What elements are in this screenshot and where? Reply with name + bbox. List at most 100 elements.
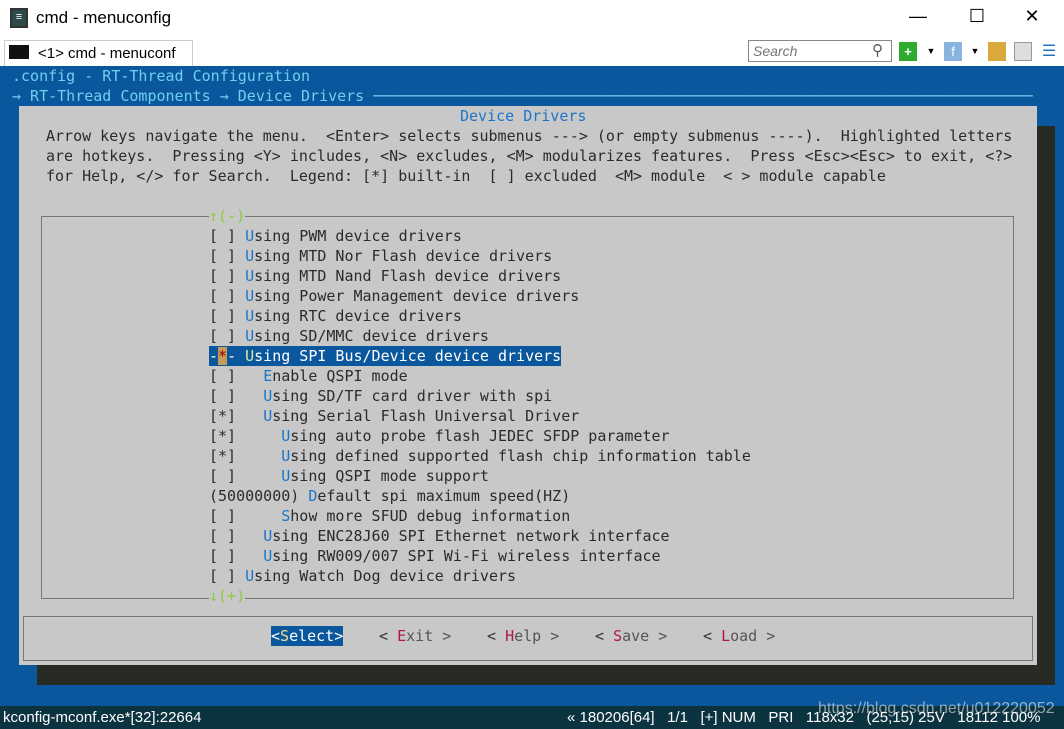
help-line: Arrow keys navigate the menu. <Enter> se…: [46, 127, 1013, 145]
search-input[interactable]: [748, 40, 892, 62]
menu-item[interactable]: [ ] Using RW009/007 SPI Wi-Fi wireless i…: [209, 546, 661, 566]
button-text: xit >: [406, 627, 452, 645]
menu-item[interactable]: [ ] Using SD/TF card driver with spi: [209, 386, 552, 406]
item-prefix: [ ]: [209, 567, 246, 585]
search-icon[interactable]: ⚲: [872, 41, 883, 59]
item-label: sing ENC28J60 SPI Ethernet network inter…: [272, 527, 670, 545]
item-prefix: [ ]: [209, 287, 246, 305]
menu-item[interactable]: [ ] Enable QSPI mode: [209, 366, 408, 386]
menu-dialog: Device Drivers Arrow keys navigate the m…: [19, 106, 1037, 665]
item-hotkey: U: [281, 467, 291, 485]
app-icon: ≡: [10, 8, 28, 28]
item-hotkey: U: [281, 447, 291, 465]
button-text: oad >: [730, 627, 776, 645]
button-text: elp >: [514, 627, 560, 645]
dropdown-icon[interactable]: ▼: [966, 42, 984, 61]
item-prefix: [ ]: [209, 387, 264, 405]
item-label: efault spi maximum speed(HZ): [317, 487, 571, 505]
item-prefix: [*]: [209, 407, 264, 425]
breadcrumb: → RT-Thread Components → Device Drivers …: [12, 87, 1033, 105]
config-title: .config - RT-Thread Configuration: [12, 67, 311, 85]
item-hotkey: U: [245, 567, 255, 585]
menu-item[interactable]: [ ] Using MTD Nand Flash device drivers: [209, 266, 561, 286]
item-label: sing SD/MMC device drivers: [254, 327, 489, 345]
button-hotkey: H: [505, 627, 515, 645]
terminal[interactable]: .config - RT-Thread Configuration → RT-T…: [0, 66, 1064, 706]
menu-item[interactable]: [ ] Using Watch Dog device drivers: [209, 566, 516, 586]
item-label: sing QSPI mode support: [290, 467, 489, 485]
button-select[interactable]: <Select>: [271, 626, 344, 646]
menu-item[interactable]: [ ] Using RTC device drivers: [209, 306, 462, 326]
button-exit[interactable]: < Exit >: [379, 626, 451, 646]
item-hotkey: U: [245, 347, 255, 365]
menu-icon[interactable]: ☰: [1040, 42, 1058, 61]
item-prefix: [ ]: [209, 507, 282, 525]
console-tab[interactable]: <1> cmd - menuconf: [4, 40, 193, 66]
menu-item[interactable]: [*] Using Serial Flash Universal Driver: [209, 406, 579, 426]
new-console-icon[interactable]: +: [899, 42, 917, 61]
maximize-button[interactable]: ☐: [957, 6, 997, 27]
item-prefix: [ ]: [209, 467, 282, 485]
menu-item[interactable]: [ ] Using ENC28J60 SPI Ethernet network …: [209, 526, 670, 546]
menu-item[interactable]: (50000000) Default spi maximum speed(HZ): [209, 486, 570, 506]
item-hotkey: U: [245, 327, 255, 345]
close-button[interactable]: ✕: [1012, 6, 1052, 27]
item-label: how more SFUD debug information: [290, 507, 571, 525]
menu-item[interactable]: [ ] Using MTD Nor Flash device drivers: [209, 246, 552, 266]
button-text: <: [487, 627, 506, 645]
button-hotkey: S: [613, 627, 623, 645]
dropdown-icon[interactable]: ▼: [922, 42, 940, 61]
item-label: sing RW009/007 SPI Wi-Fi wireless interf…: [272, 547, 661, 565]
item-prefix: [ ]: [209, 327, 246, 345]
watermark: https://blog.csdn.net/u012220052: [818, 700, 1055, 717]
item-label: sing Serial Flash Universal Driver: [272, 407, 580, 425]
item-state: *: [218, 347, 228, 365]
button-text: ave >: [622, 627, 668, 645]
button-help[interactable]: < Help >: [487, 626, 559, 646]
menu-item[interactable]: -*- Using SPI Bus/Device device drivers: [209, 346, 562, 366]
item-prefix: -: [209, 347, 219, 365]
item-label: sing Power Management device drivers: [254, 287, 580, 305]
button-text: <: [703, 627, 722, 645]
view-icon[interactable]: f: [944, 42, 962, 61]
item-label: sing MTD Nand Flash device drivers: [254, 267, 562, 285]
item-label: sing SD/TF card driver with spi: [272, 387, 553, 405]
button-text: <: [595, 627, 614, 645]
item-hotkey: U: [245, 247, 255, 265]
status-process: kconfig-mconf.exe*[32]:22664: [3, 709, 202, 726]
item-hotkey: S: [281, 507, 291, 525]
status-bar: kconfig-mconf.exe*[32]:22664 « 180206[64…: [0, 700, 1064, 729]
item-label: sing auto probe flash JEDEC SFDP paramet…: [290, 427, 670, 445]
minimize-button[interactable]: —: [898, 6, 938, 27]
button-load[interactable]: < Load >: [703, 626, 775, 646]
button-hotkey: L: [721, 627, 731, 645]
menu-item[interactable]: [ ] Using PWM device drivers: [209, 226, 462, 246]
menu-item[interactable]: [ ] Using SD/MMC device drivers: [209, 326, 489, 346]
item-prefix: (50000000): [209, 487, 309, 505]
lock-icon[interactable]: [988, 42, 1006, 61]
item-hotkey: U: [245, 287, 255, 305]
item-label: nable QSPI mode: [272, 367, 408, 385]
item-prefix: [*]: [209, 447, 282, 465]
menu-item[interactable]: [ ] Show more SFUD debug information: [209, 506, 570, 526]
item-prefix: [*]: [209, 427, 282, 445]
menu-item[interactable]: [ ] Using Power Management device driver…: [209, 286, 579, 306]
panel-icon[interactable]: [1014, 42, 1032, 61]
item-hotkey: U: [245, 307, 255, 325]
button-hotkey: E: [397, 627, 407, 645]
item-label: sing defined supported flash chip inform…: [290, 447, 751, 465]
button-save[interactable]: < Save >: [595, 626, 667, 646]
button-hotkey: S: [280, 627, 290, 645]
menu-item[interactable]: [*] Using auto probe flash JEDEC SFDP pa…: [209, 426, 670, 446]
item-hotkey: U: [281, 427, 291, 445]
item-prefix: [ ]: [209, 227, 246, 245]
item-prefix: [ ]: [209, 367, 264, 385]
menu-item[interactable]: [*] Using defined supported flash chip i…: [209, 446, 751, 466]
item-prefix: [ ]: [209, 527, 264, 545]
item-label: sing SPI Bus/Device device drivers: [254, 347, 562, 365]
item-hotkey: U: [263, 407, 273, 425]
item-prefix: -: [227, 347, 246, 365]
menu-item[interactable]: [ ] Using QSPI mode support: [209, 466, 489, 486]
item-hotkey: U: [263, 527, 273, 545]
scroll-down-indicator: ↓(+): [209, 586, 246, 606]
